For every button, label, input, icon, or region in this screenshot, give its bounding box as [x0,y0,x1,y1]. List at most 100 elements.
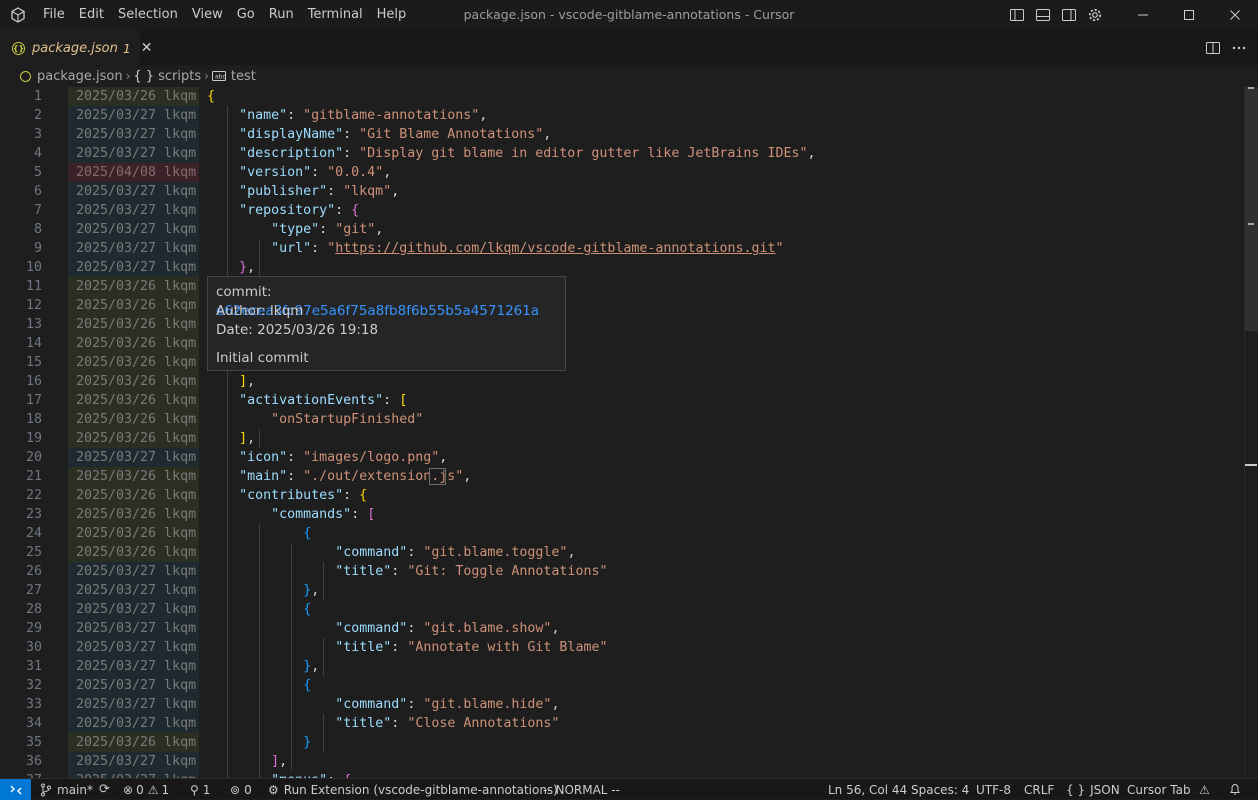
menu-view[interactable]: View [185,0,230,30]
blame-annotation[interactable]: 2025/03/27 lkqm [68,638,199,657]
language-mode[interactable]: { } JSON [1066,779,1120,800]
blame-annotation[interactable]: 2025/03/26 lkqm [68,467,199,486]
blame-annotation[interactable]: 2025/03/26 lkqm [68,429,199,448]
code-line[interactable]: 3 2025/03/27 lkqm "displayName": "Git Bla… [0,125,1240,144]
eol-status[interactable]: CRLF [1024,779,1054,800]
blame-annotation[interactable]: 2025/03/26 lkqm [68,87,199,106]
code-line[interactable]: 23 2025/03/26 lkqm "commands": [ [0,505,1240,524]
code-line[interactable]: 6 2025/03/27 lkqm "publisher": "lkqm", [0,182,1240,201]
remote-indicator-icon[interactable] [0,779,31,800]
cursor-position[interactable]: Ln 56, Col 44 [828,779,907,800]
blame-annotation[interactable]: 2025/03/27 lkqm [68,448,199,467]
cursor-tab-status[interactable]: Cursor Tab [1127,779,1191,800]
blame-annotation[interactable]: 2025/03/27 lkqm [68,125,199,144]
code-line[interactable]: 24 2025/03/26 lkqm { [0,524,1240,543]
code-line[interactable]: 26 2025/03/27 lkqm "title": "Git: Toggle … [0,562,1240,581]
code-line[interactable]: 10 2025/03/27 lkqm }, [0,258,1240,277]
code-line[interactable]: 27 2025/03/27 lkqm }, [0,581,1240,600]
encoding-status[interactable]: UTF-8 [976,779,1011,800]
blame-annotation[interactable]: 2025/03/27 lkqm [68,258,199,277]
branch-status[interactable]: main* ⟳ [40,779,110,800]
code-line[interactable]: 34 2025/03/27 lkqm "title": "Close Annota… [0,714,1240,733]
editor-scrollbar[interactable] [1244,87,1258,778]
code-line[interactable]: 30 2025/03/27 lkqm "title": "Annotate wit… [0,638,1240,657]
code-line[interactable]: 15 2025/03/26 lkqm [0,353,1240,372]
tab-package-json[interactable]: {} package.json 1 ✕ [0,30,153,65]
code-line[interactable]: 5 2025/04/08 lkqm "version": "0.0.4", [0,163,1240,182]
blame-annotation[interactable]: 2025/03/26 lkqm [68,315,199,334]
code-line[interactable]: 25 2025/03/26 lkqm "command": "git.blame.… [0,543,1240,562]
code-line[interactable]: 4 2025/03/27 lkqm "description": "Display… [0,144,1240,163]
sync-icon[interactable]: ⟳ [99,780,110,800]
blame-annotation[interactable]: 2025/03/26 lkqm [68,410,199,429]
more-actions-icon[interactable] [1226,33,1252,63]
blame-annotation[interactable]: 2025/03/27 lkqm [68,220,199,239]
toggle-secondary-sidebar-icon[interactable] [1056,0,1082,30]
code-editor[interactable]: 1 2025/03/26 lkqm {2 2025/03/27 lkqm "name"… [0,87,1258,778]
settings-gear-icon[interactable] [1082,0,1108,30]
toggle-primary-sidebar-icon[interactable] [1004,0,1030,30]
breadcrumb-scripts[interactable]: { } scripts [133,69,201,84]
code-line[interactable]: 14 2025/03/26 lkqm [0,334,1240,353]
blame-annotation[interactable]: 2025/04/08 lkqm [68,163,199,182]
blame-annotation[interactable]: 2025/03/27 lkqm [68,752,199,771]
blame-annotation[interactable]: 2025/03/27 lkqm [68,771,199,778]
code-line[interactable]: 28 2025/03/27 lkqm { [0,600,1240,619]
menu-run[interactable]: Run [262,0,301,30]
code-line[interactable]: 17 2025/03/26 lkqm "activationEvents": [ [0,391,1240,410]
code-line[interactable]: 1 2025/03/26 lkqm { [0,87,1240,106]
code-line[interactable]: 2 2025/03/27 lkqm "name": "gitblame-annot… [0,106,1240,125]
indentation-status[interactable]: Spaces: 4 [911,779,969,800]
blame-annotation[interactable]: 2025/03/27 lkqm [68,562,199,581]
notifications-bell-icon[interactable] [1229,779,1241,800]
menu-terminal[interactable]: Terminal [301,0,370,30]
blame-annotation[interactable]: 2025/03/27 lkqm [68,106,199,125]
code-line[interactable]: 33 2025/03/27 lkqm "command": "git.blame.… [0,695,1240,714]
blame-annotation[interactable]: 2025/03/26 lkqm [68,733,199,752]
code-line[interactable]: 12 2025/03/26 lkqm [0,296,1240,315]
code-line[interactable]: 36 2025/03/27 lkqm ], [0,752,1240,771]
close-tab-icon[interactable]: ✕ [141,40,153,56]
blame-annotation[interactable]: 2025/03/26 lkqm [68,277,199,296]
blame-annotation[interactable]: 2025/03/27 lkqm [68,619,199,638]
breadcrumb-test[interactable]: abc test [211,69,256,84]
code-line[interactable]: 37 2025/03/27 lkqm "menus": { [0,771,1240,778]
code-line[interactable]: 21 2025/03/26 lkqm "main": "./out/extensi… [0,467,1240,486]
radio-tower-status[interactable]: ⊚ 0 [230,779,252,800]
menu-go[interactable]: Go [230,0,262,30]
code-line[interactable]: 22 2025/03/26 lkqm "contributes": { [0,486,1240,505]
blame-annotation[interactable]: 2025/03/26 lkqm [68,543,199,562]
problems-status[interactable]: ⊗ 0 ⚠ 1 [123,779,169,800]
blame-annotation[interactable]: 2025/03/27 lkqm [68,239,199,258]
blame-annotation[interactable]: 2025/03/26 lkqm [68,391,199,410]
code-line[interactable]: 7 2025/03/27 lkqm "repository": { [0,201,1240,220]
blame-annotation[interactable]: 2025/03/26 lkqm [68,524,199,543]
blame-annotation[interactable]: 2025/03/27 lkqm [68,600,199,619]
code-line[interactable]: 11 2025/03/26 lkqm [0,277,1240,296]
minimize-button[interactable] [1120,0,1166,30]
toggle-panel-icon[interactable] [1030,0,1056,30]
blame-annotation[interactable]: 2025/03/27 lkqm [68,714,199,733]
code-line[interactable]: 32 2025/03/27 lkqm { [0,676,1240,695]
code-line[interactable]: 19 2025/03/26 lkqm ], [0,429,1240,448]
close-window-button[interactable] [1212,0,1258,30]
blame-annotation[interactable]: 2025/03/27 lkqm [68,144,199,163]
scrollbar-thumb[interactable] [1245,87,1258,331]
blame-annotation[interactable]: 2025/03/27 lkqm [68,657,199,676]
run-extension-status[interactable]: ⚙ Run Extension (vscode-gitblame-annotat… [268,779,558,800]
code-line[interactable]: 20 2025/03/27 lkqm "icon": "images/logo.p… [0,448,1240,467]
blame-annotation[interactable]: 2025/03/27 lkqm [68,182,199,201]
blame-annotation[interactable]: 2025/03/26 lkqm [68,296,199,315]
code-line[interactable]: 35 2025/03/26 lkqm } [0,733,1240,752]
blame-annotation[interactable]: 2025/03/27 lkqm [68,695,199,714]
code-line[interactable]: 9 2025/03/27 lkqm "url": "https://github.… [0,239,1240,258]
menu-file[interactable]: File [36,0,72,30]
blame-annotation[interactable]: 2025/03/26 lkqm [68,353,199,372]
code-line[interactable]: 8 2025/03/27 lkqm "type": "git", [0,220,1240,239]
warning-indicator-icon[interactable]: ⚠ [1199,779,1210,800]
blame-annotation[interactable]: 2025/03/27 lkqm [68,201,199,220]
blame-annotation[interactable]: 2025/03/27 lkqm [68,581,199,600]
blame-annotation[interactable]: 2025/03/26 lkqm [68,486,199,505]
maximize-button[interactable] [1166,0,1212,30]
breadcrumb-file[interactable]: package.json [20,69,123,84]
